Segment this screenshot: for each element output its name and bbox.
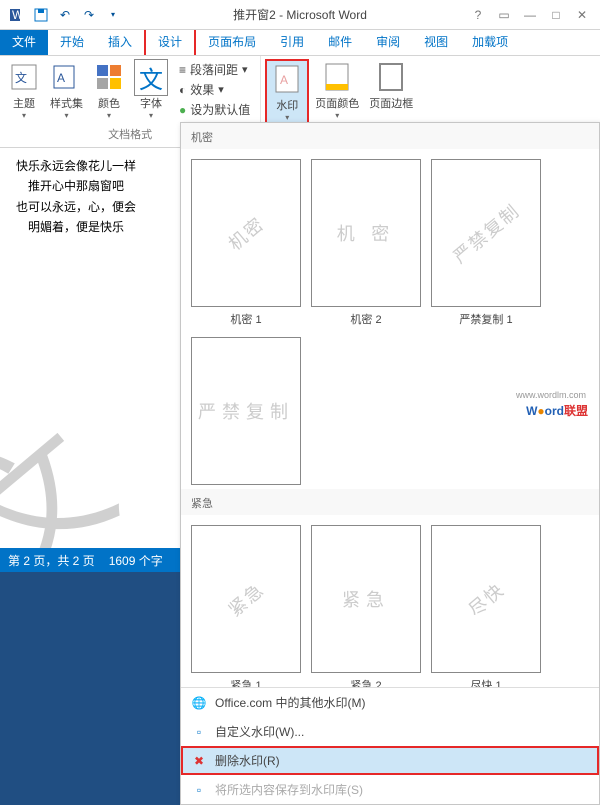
set-default-button[interactable]: ●设为默认值 <box>179 101 250 118</box>
colors-button[interactable]: 颜色▾ <box>89 59 129 122</box>
tab-insert[interactable]: 插入 <box>96 28 144 55</box>
watermark-option[interactable]: 严禁复制严禁复制 2 <box>191 337 301 489</box>
styleset-button[interactable]: A 样式集▾ <box>46 59 87 122</box>
ribbon-tabs: 文件 开始 插入 设计 页面布局 引用 邮件 审阅 视图 加载项 <box>0 30 600 56</box>
window-controls: ? ▭ — □ ✕ <box>466 4 600 26</box>
watermark-dropdown: 机密 机密机密 1机 密机密 2严禁复制严禁复制 1严禁复制严禁复制 2 紧急 … <box>180 122 600 805</box>
qat-dropdown-icon[interactable]: ▾ <box>102 4 124 26</box>
document-text[interactable]: 快乐永远会像花儿一样 推开心中那扇窗吧 也可以永远，心，便会 明媚着，便是快乐 <box>0 148 180 246</box>
watermark-option[interactable]: 机密机密 1 <box>191 159 301 327</box>
para-spacing-button[interactable]: ≡段落间距 ▾ <box>179 61 250 78</box>
watermark-option[interactable]: 尽快尽快 1 <box>431 525 541 687</box>
styleset-icon: A <box>51 61 83 93</box>
word-icon[interactable]: W <box>6 4 28 26</box>
delete-icon: ✖ <box>191 753 207 769</box>
tab-references[interactable]: 引用 <box>268 28 316 55</box>
quick-access-toolbar: W ↶ ↷ ▾ <box>0 4 124 26</box>
menu-custom-watermark[interactable]: ▫自定义水印(W)... <box>181 717 599 746</box>
page-color-button[interactable]: 页面颜色▾ <box>311 59 363 122</box>
page-color-icon <box>321 61 353 93</box>
colors-icon <box>93 61 125 93</box>
page-status[interactable]: 第 2 页，共 2 页 <box>8 552 95 569</box>
window-title: 推开窗2 - Microsoft Word <box>233 6 367 23</box>
themes-icon: 文 <box>8 61 40 93</box>
page-icon: ▫ <box>191 724 207 740</box>
fonts-button[interactable]: 文 字体▾ <box>131 59 171 122</box>
globe-icon: 🌐 <box>191 695 207 711</box>
tab-layout[interactable]: 页面布局 <box>196 28 268 55</box>
menu-office-watermarks[interactable]: 🌐Office.com 中的其他水印(M) <box>181 688 599 717</box>
word-count[interactable]: 1609 个字 <box>109 552 163 569</box>
fonts-icon: 文 <box>135 61 167 93</box>
section-confidential: 机密 <box>181 123 599 149</box>
watermark-option[interactable]: 严禁复制严禁复制 1 <box>431 159 541 327</box>
watermark-button[interactable]: A 水印▾ <box>265 59 309 126</box>
menu-save-selection: ▫将所选内容保存到水印库(S) <box>181 775 599 804</box>
tab-addins[interactable]: 加载项 <box>460 28 520 55</box>
svg-text:A: A <box>280 73 288 87</box>
check-icon: ● <box>179 103 186 117</box>
tab-mailings[interactable]: 邮件 <box>316 28 364 55</box>
close-icon[interactable]: ✕ <box>570 4 594 26</box>
tab-design[interactable]: 设计 <box>144 26 196 55</box>
watermark-option[interactable]: 紧急紧急 1 <box>191 525 301 687</box>
group-label-doc-format: 文档格式 <box>108 126 152 144</box>
save-lib-icon: ▫ <box>191 782 207 798</box>
themes-button[interactable]: 文 主题▾ <box>4 59 44 122</box>
watermark-icon: A <box>271 63 303 95</box>
redo-icon[interactable]: ↷ <box>78 4 100 26</box>
dropdown-menu: 🌐Office.com 中的其他水印(M) ▫自定义水印(W)... ✖删除水印… <box>181 687 599 804</box>
svg-text:文: 文 <box>15 70 27 85</box>
title-bar: W ↶ ↷ ▾ 推开窗2 - Microsoft Word ? ▭ — □ ✕ <box>0 0 600 30</box>
effects-icon: ◐ <box>179 83 186 97</box>
tab-file[interactable]: 文件 <box>0 28 48 55</box>
menu-remove-watermark[interactable]: ✖删除水印(R) <box>181 746 599 775</box>
brand-o: ● <box>537 404 544 418</box>
gallery-confidential: 机密机密 1机 密机密 2严禁复制严禁复制 1 严禁复制严禁复制 2 <box>181 149 599 489</box>
ribbon-opts-icon[interactable]: ▭ <box>492 4 516 26</box>
para-spacing-icon: ≡ <box>179 63 186 77</box>
brand-logo: W●ord联盟 <box>526 398 588 421</box>
help-icon[interactable]: ? <box>466 4 490 26</box>
watermark-option[interactable]: 紧急紧急 2 <box>311 525 421 687</box>
gallery-urgent: 紧急紧急 1紧急紧急 2尽快尽快 1 <box>181 515 599 687</box>
page-border-icon <box>375 61 407 93</box>
section-urgent: 紧急 <box>181 489 599 515</box>
maximize-icon[interactable]: □ <box>544 4 568 26</box>
undo-icon[interactable]: ↶ <box>54 4 76 26</box>
save-icon[interactable] <box>30 4 52 26</box>
minimize-icon[interactable]: — <box>518 4 542 26</box>
tab-home[interactable]: 开始 <box>48 28 96 55</box>
svg-text:W: W <box>12 8 24 22</box>
tab-review[interactable]: 审阅 <box>364 28 412 55</box>
tab-view[interactable]: 视图 <box>412 28 460 55</box>
watermark-option[interactable]: 机 密机密 2 <box>311 159 421 327</box>
svg-text:A: A <box>57 71 65 85</box>
page-border-button[interactable]: 页面边框 <box>365 59 417 113</box>
effects-button[interactable]: ◐效果 ▾ <box>179 81 250 98</box>
